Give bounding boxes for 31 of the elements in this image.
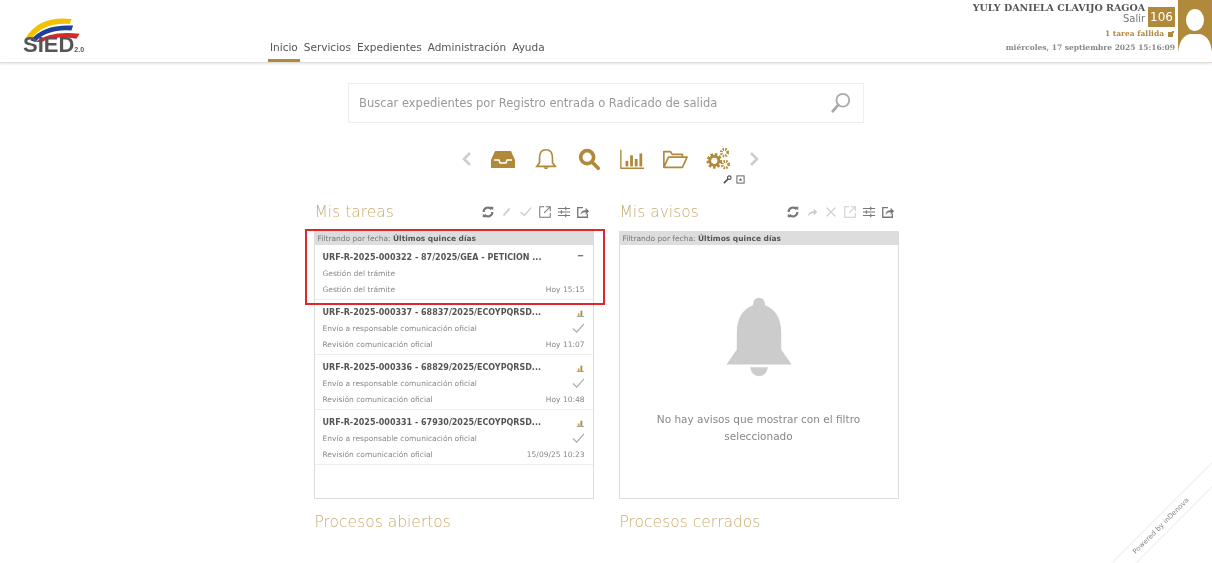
task-title: URF-R-2025-000322 - 87/2025/GEA - PETICION ...: [322, 252, 542, 262]
user-avatar[interactable]: [1178, 0, 1212, 62]
refresh-icon[interactable]: [785, 205, 800, 219]
search-field[interactable]: Buscar expedientes por Registro entrada o Radicado de salida: [348, 83, 864, 123]
user-name: YULY DANIELA CLAVIJO RAGOA: [972, 2, 1146, 13]
task-title: URF-R-2025-000337 - 68837/2025/ECOYPQRSD...: [322, 307, 541, 317]
task-title: URF-R-2025-000331 - 67930/2025/ECOYPQRSD...: [322, 417, 541, 427]
nav-link[interactable]: Expedientes: [354, 41, 424, 62]
filter-icon[interactable]: [861, 205, 876, 219]
panel-title: Procesos cerrados: [619, 513, 761, 531]
bar-chart-icon[interactable]: [618, 147, 645, 171]
nav-link[interactable]: Servicios: [301, 41, 353, 62]
check-icon: [571, 377, 585, 389]
panel-title: Procesos abiertos: [314, 513, 451, 531]
search-icon[interactable]: [830, 92, 852, 114]
panel-title: Mis avisos: [619, 203, 699, 221]
open-icon[interactable]: [537, 205, 552, 219]
logout-link[interactable]: Salir: [1122, 13, 1146, 24]
check-icon: [571, 432, 585, 444]
nav-link[interactable]: Ayuda: [510, 41, 547, 62]
share-icon[interactable]: [575, 205, 590, 219]
share-icon[interactable]: [880, 205, 895, 219]
task-title: URF-R-2025-000336 - 68829/2025/ECOYPQRSD...: [322, 362, 541, 372]
filter-icon[interactable]: [556, 205, 571, 219]
gears-icon[interactable]: [704, 147, 731, 171]
check-icon: [571, 322, 585, 334]
nav-link[interactable]: Inicio: [268, 41, 300, 62]
refresh-icon[interactable]: [480, 205, 495, 219]
panel-title: Mis tareas: [314, 203, 394, 221]
empty-message: No hay avisos que mostrar con el filtro seleccionado: [655, 412, 862, 444]
nav-link[interactable]: Administración: [425, 41, 509, 62]
